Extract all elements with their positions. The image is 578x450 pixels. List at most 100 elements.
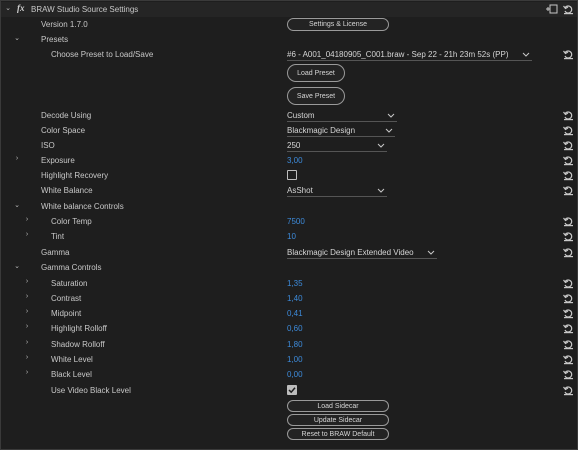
reset-icon[interactable] <box>563 110 574 121</box>
reset-icon[interactable] <box>563 49 574 60</box>
color-space-dropdown[interactable]: Blackmagic Design <box>287 124 395 137</box>
preset-dropdown[interactable]: #6 - A001_04180905_C001.braw - Sep 22 - … <box>287 48 532 61</box>
effect-header-row[interactable]: ⌄ fx BRAW Studio Source Settings <box>1 2 577 17</box>
midpoint-value[interactable]: 0,41 <box>287 309 303 318</box>
color-space-label: Color Space <box>41 126 86 135</box>
settings-license-button[interactable]: Settings & License <box>287 18 389 31</box>
exposure-value[interactable]: 3,00 <box>287 156 303 165</box>
white-level-row: › White Level 1,00 <box>1 352 577 367</box>
preset-dropdown-value: #6 - A001_04180905_C001.braw - Sep 22 - … <box>287 49 509 59</box>
gamma-dropdown[interactable]: Blackmagic Design Extended Video <box>287 246 437 259</box>
reset-icon[interactable] <box>563 339 574 350</box>
chevron-down-icon <box>427 250 435 255</box>
presets-section-label: Presets <box>41 35 69 44</box>
chevron-down-icon <box>387 113 395 118</box>
reset-icon[interactable] <box>563 4 574 15</box>
effect-title: BRAW Studio Source Settings <box>31 5 139 14</box>
reset-to-braw-default-button[interactable]: Reset to BRAW Default <box>287 428 389 440</box>
decode-using-dropdown[interactable]: Custom <box>287 109 397 122</box>
chevron-down-icon <box>522 52 530 57</box>
chevron-down-icon[interactable]: ⌄ <box>13 34 21 42</box>
color-temp-value[interactable]: 7500 <box>287 217 305 226</box>
midpoint-label: Midpoint <box>51 309 82 318</box>
color-space-value: Blackmagic Design <box>287 125 356 135</box>
iso-row: ISO 250 <box>1 138 577 153</box>
reset-icon[interactable] <box>563 155 574 166</box>
chevron-right-icon[interactable]: › <box>23 323 31 330</box>
gamma-row: Gamma Blackmagic Design Extended Video <box>1 245 577 260</box>
chevron-down-icon <box>377 188 385 193</box>
reset-icon[interactable] <box>563 323 574 334</box>
presets-section-row[interactable]: ⌄ Presets <box>1 32 577 47</box>
white-balance-row: White Balance AsShot <box>1 183 577 198</box>
chevron-right-icon[interactable]: › <box>23 278 31 285</box>
reset-icon[interactable] <box>563 247 574 258</box>
chevron-right-icon[interactable]: › <box>23 293 31 300</box>
saturation-row: › Saturation 1,35 <box>1 276 577 291</box>
reset-icon[interactable] <box>563 308 574 319</box>
decode-using-label: Decode Using <box>41 111 92 120</box>
reset-icon[interactable] <box>563 293 574 304</box>
chevron-right-icon[interactable]: › <box>13 155 21 162</box>
chevron-right-icon[interactable]: › <box>23 231 31 238</box>
chevron-right-icon[interactable]: › <box>23 369 31 376</box>
black-level-value[interactable]: 0,00 <box>287 370 303 379</box>
reset-icon[interactable] <box>563 216 574 227</box>
version-label: Version 1.7.0 <box>41 20 88 29</box>
chevron-right-icon[interactable]: › <box>23 308 31 315</box>
gamma-value: Blackmagic Design Extended Video <box>287 247 414 257</box>
use-video-black-level-row: Use Video Black Level <box>1 383 577 398</box>
color-temp-row: › Color Temp 7500 <box>1 214 577 229</box>
color-temp-label: Color Temp <box>51 217 92 226</box>
shadow-rolloff-value[interactable]: 1,80 <box>287 340 303 349</box>
fx-toggle-icon[interactable]: fx <box>17 3 25 13</box>
iso-label: ISO <box>41 141 55 150</box>
reset-icon[interactable] <box>563 125 574 136</box>
reset-icon[interactable] <box>563 385 574 396</box>
update-sidecar-button[interactable]: Update Sidecar <box>287 414 389 426</box>
checkmark-icon <box>288 387 296 394</box>
highlight-rolloff-value[interactable]: 0,60 <box>287 324 303 333</box>
chevron-right-icon[interactable]: › <box>23 354 31 361</box>
exposure-label: Exposure <box>41 156 75 165</box>
choose-preset-row: Choose Preset to Load/Save #6 - A001_041… <box>1 47 577 62</box>
contrast-label: Contrast <box>51 294 82 303</box>
add-keyframe-icon[interactable] <box>545 4 558 15</box>
save-preset-button[interactable]: Save Preset <box>287 87 345 105</box>
iso-dropdown[interactable]: 250 <box>287 139 387 152</box>
wb-controls-section-label: White balance Controls <box>41 202 124 211</box>
chevron-right-icon[interactable]: › <box>23 339 31 346</box>
white-level-value[interactable]: 1,00 <box>287 355 303 364</box>
highlight-rolloff-row: › Highlight Rolloff 0,60 <box>1 321 577 336</box>
gamma-label: Gamma <box>41 248 70 257</box>
chevron-down-icon <box>377 143 385 148</box>
reset-icon[interactable] <box>563 140 574 151</box>
saturation-value[interactable]: 1,35 <box>287 279 303 288</box>
decode-using-row: Decode Using Custom <box>1 108 577 123</box>
white-balance-dropdown[interactable]: AsShot <box>287 184 387 197</box>
contrast-value[interactable]: 1,40 <box>287 294 303 303</box>
gamma-controls-section-row[interactable]: ⌄ Gamma Controls <box>1 260 577 275</box>
chevron-down-icon[interactable]: ⌄ <box>13 262 21 270</box>
reset-icon[interactable] <box>563 369 574 380</box>
effect-controls-panel: ⌄ fx BRAW Studio Source Settings Version… <box>0 0 578 450</box>
reset-icon[interactable] <box>563 354 574 365</box>
load-preset-button[interactable]: Load Preset <box>287 64 345 82</box>
tint-value[interactable]: 10 <box>287 232 296 241</box>
chevron-down-icon <box>385 128 393 133</box>
chevron-right-icon[interactable]: › <box>23 216 31 223</box>
collapse-chevron-icon[interactable]: ⌄ <box>4 4 12 12</box>
chevron-down-icon[interactable]: ⌄ <box>13 201 21 209</box>
gamma-controls-section-label: Gamma Controls <box>41 263 102 272</box>
wb-controls-section-row[interactable]: ⌄ White balance Controls <box>1 199 577 214</box>
midpoint-row: › Midpoint 0,41 <box>1 306 577 321</box>
use-video-black-level-checkbox[interactable] <box>287 385 297 395</box>
white-balance-value: AsShot <box>287 185 313 195</box>
highlight-recovery-checkbox[interactable] <box>287 170 297 180</box>
reset-icon[interactable] <box>563 185 574 196</box>
contrast-row: › Contrast 1,40 <box>1 291 577 306</box>
load-sidecar-button[interactable]: Load Sidecar <box>287 400 389 412</box>
reset-icon[interactable] <box>563 170 574 181</box>
reset-icon[interactable] <box>563 278 574 289</box>
reset-icon[interactable] <box>563 231 574 242</box>
